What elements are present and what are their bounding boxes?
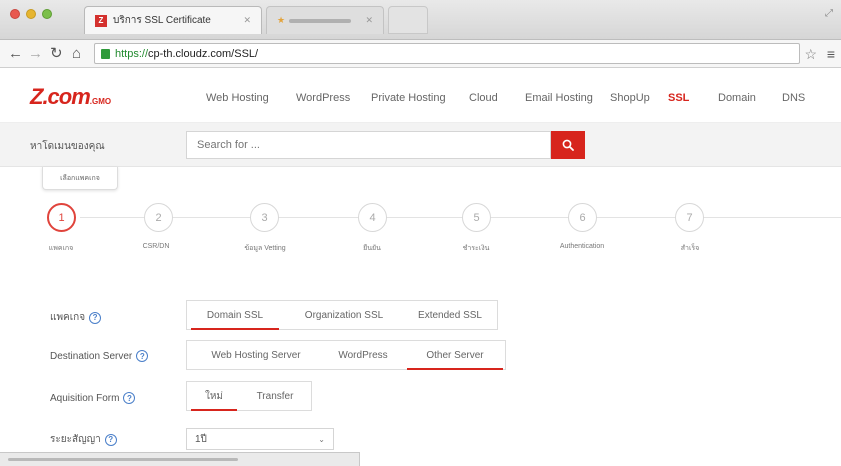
step-1-circle[interactable]: 1 (47, 203, 76, 232)
acquisition-form-label-text: Aquisition Form (50, 392, 120, 404)
step-4-circle[interactable]: 4 (358, 203, 387, 232)
tab-close-icon[interactable]: ✕ (243, 15, 251, 26)
step-5-circle[interactable]: 5 (462, 203, 491, 232)
tab-close-icon[interactable]: ✕ (365, 15, 373, 26)
fullscreen-icon[interactable]: ⤢ (825, 8, 833, 19)
option-other-server[interactable]: Other Server (407, 341, 503, 370)
site-header: Z.com.GMO Web Hosting WordPress Private … (0, 68, 841, 123)
bookmark-star-icon: ★ (277, 15, 286, 25)
new-tab-button[interactable] (388, 6, 428, 34)
search-button[interactable] (551, 131, 585, 159)
step-3-circle[interactable]: 3 (250, 203, 279, 232)
nav-shopup[interactable]: ShopUp (610, 92, 650, 104)
home-icon[interactable]: ⌂ (72, 45, 81, 63)
step-3-label: ข้อมูล Vetting (244, 245, 286, 252)
step-2-circle[interactable]: 2 (144, 203, 173, 232)
step-7-circle[interactable]: 7 (675, 203, 704, 232)
logo-text: Z.com (30, 84, 91, 109)
url-protocol: https:// (115, 47, 149, 60)
window-zoom-button[interactable] (42, 9, 52, 19)
domain-search-input[interactable] (186, 131, 551, 159)
nav-dns[interactable]: DNS (782, 92, 805, 104)
step-7-label: สำเร็จ (680, 245, 700, 252)
destination-server-label-text: Destination Server (50, 350, 133, 362)
help-icon[interactable]: ? (123, 392, 136, 404)
help-icon[interactable]: ? (104, 433, 117, 446)
url-path: cp-th.cloudz.com/SSL/ (148, 47, 259, 60)
back-arrow-icon[interactable]: ← (8, 45, 23, 63)
option-transfer[interactable]: Transfer (245, 382, 305, 410)
option-web-hosting-server[interactable]: Web Hosting Server (197, 341, 315, 369)
chevron-down-icon: ⌄ (318, 434, 325, 444)
term-select[interactable]: 1ปี ⌄ (186, 428, 334, 450)
window-close-button[interactable] (10, 9, 20, 19)
domain-search-row: หาโดเมนของคุณ (0, 123, 841, 167)
nav-web-hosting[interactable]: Web Hosting (206, 92, 269, 104)
nav-email-hosting[interactable]: Email Hosting (525, 92, 593, 104)
option-domain-ssl[interactable]: Domain SSL (191, 301, 279, 330)
domain-search-label: หาโดเมนของคุณ (30, 141, 105, 152)
menu-hamburger-icon[interactable]: ≡ (827, 46, 835, 62)
step-tooltip: เลือกแพคเกจ (42, 167, 118, 190)
window-minimize-button[interactable] (26, 9, 36, 19)
url-input[interactable]: https://cp-th.cloudz.com/SSL/ (94, 43, 800, 64)
step-6-circle[interactable]: 6 (568, 203, 597, 232)
plan-label-text: แพคเกจ (50, 312, 86, 323)
z-favicon-icon: Z (95, 14, 107, 27)
destination-server-options: Web Hosting Server WordPress Other Serve… (186, 340, 506, 370)
option-organization-ssl[interactable]: Organization SSL (291, 301, 397, 329)
stepper-line (80, 217, 841, 218)
step-1-label: แพคเกจ (48, 245, 74, 252)
step-5-label: ชำระเงิน (462, 245, 490, 252)
browser-tab-strip: Z บริการ SSL Certificate ✕ ★ ✕ ⤢ (0, 0, 841, 40)
logo-suffix: .GMO (89, 97, 112, 106)
term-label: ระยะสัญญา ? (50, 432, 117, 447)
nav-cloud[interactable]: Cloud (469, 92, 498, 104)
blurred-tab-title (289, 18, 352, 23)
zcom-logo[interactable]: Z.com.GMO (30, 84, 111, 110)
address-bar-row: ← → ↻ ⌂ https://cp-th.cloudz.com/SSL/ ☆ … (0, 40, 841, 68)
option-wordpress[interactable]: WordPress (327, 341, 399, 369)
lock-icon (101, 48, 110, 59)
nav-domain[interactable]: Domain (718, 92, 756, 104)
browser-tab-active[interactable]: Z บริการ SSL Certificate ✕ (84, 6, 262, 34)
blurred-status-url (8, 458, 238, 461)
search-icon (562, 139, 574, 151)
step-2-label: CSR/DN (142, 243, 170, 250)
browser-tab-inactive[interactable]: ★ ✕ (266, 6, 384, 34)
option-extended-ssl[interactable]: Extended SSL (407, 301, 493, 329)
browser-status-bar (0, 452, 360, 466)
destination-server-label: Destination Server ? (50, 350, 149, 362)
help-icon[interactable]: ? (136, 350, 149, 362)
tab-title: บริการ SSL Certificate (113, 15, 211, 26)
help-icon[interactable]: ? (89, 311, 102, 324)
reload-icon[interactable]: ↻ (50, 45, 63, 63)
nav-ssl[interactable]: SSL (668, 92, 689, 104)
acquisition-options: ใหม่ Transfer (186, 381, 312, 411)
term-label-text: ระยะสัญญา (50, 434, 101, 445)
term-select-value: 1ปี (195, 433, 207, 445)
step-6-label: Authentication (559, 243, 605, 250)
forward-arrow-icon[interactable]: → (28, 45, 43, 63)
bookmark-star-outline-icon[interactable]: ☆ (804, 46, 817, 63)
step-4-label: ยืนยัน (363, 245, 381, 252)
nav-wordpress[interactable]: WordPress (296, 92, 350, 104)
plan-label: แพคเกจ ? (50, 310, 102, 325)
nav-private-hosting[interactable]: Private Hosting (371, 92, 446, 104)
plan-options: Domain SSL Organization SSL Extended SSL (186, 300, 498, 330)
acquisition-form-label: Aquisition Form ? (50, 392, 136, 404)
option-new[interactable]: ใหม่ (191, 382, 237, 411)
